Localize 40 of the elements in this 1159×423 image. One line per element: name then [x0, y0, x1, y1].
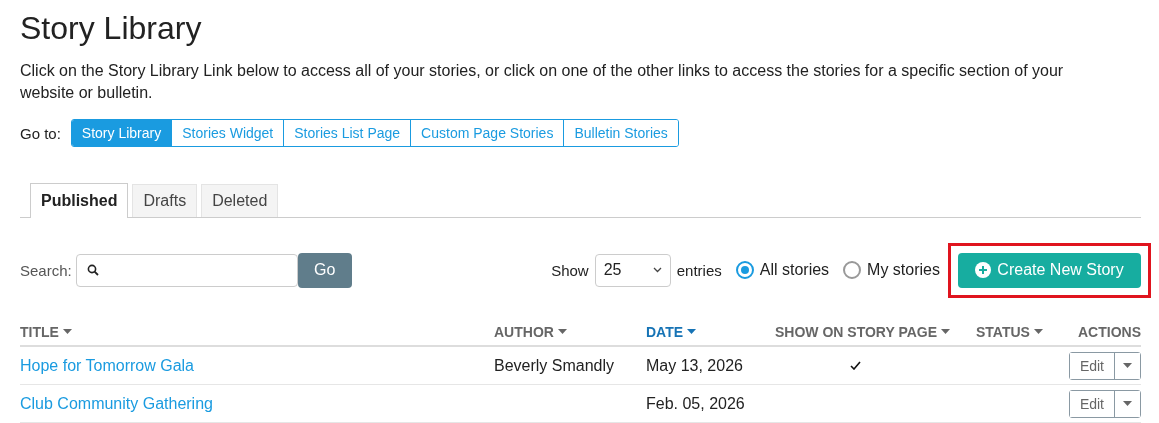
radio-option[interactable]: My stories [843, 261, 940, 279]
column-header[interactable]: AUTHOR [494, 318, 646, 347]
tab[interactable]: Deleted [201, 184, 279, 217]
search-label: Search: [20, 261, 72, 279]
entries-label: entries [676, 261, 722, 279]
entries-value: 25 [603, 261, 622, 279]
show-label: Show [551, 261, 589, 279]
date-cell: May 13, 2026 [646, 356, 743, 375]
nav-link[interactable]: Story Library [71, 120, 172, 146]
caret-icon [687, 329, 697, 334]
caret-icon [1033, 329, 1043, 334]
column-header: ACTIONS [1065, 318, 1141, 347]
column-header[interactable]: STATUS [976, 318, 1065, 347]
radio-option[interactable]: All stories [735, 261, 830, 279]
column-header[interactable]: SHOW ON STORY PAGE [775, 318, 976, 347]
column-header[interactable]: DATE [646, 318, 775, 347]
plus-circle-icon [975, 262, 992, 278]
entries-select[interactable]: 25 [594, 253, 671, 287]
caret-icon [557, 329, 567, 334]
search-icon [86, 264, 99, 276]
column-header[interactable]: TITLE [20, 318, 494, 347]
go-button[interactable]: Go [297, 252, 352, 288]
date-cell: Feb. 05, 2026 [646, 394, 745, 413]
nav-link[interactable]: Bulletin Stories [563, 120, 678, 146]
caret-icon [62, 329, 72, 334]
intro-text: Click on the Story Library Link below to access all of your stories, or click on one of the other links to access the stories for a specific section of your website or bulletin. [20, 61, 1065, 103]
search-field[interactable] [75, 253, 298, 287]
dropdown-button[interactable] [1114, 390, 1140, 417]
chevron-down-icon [652, 267, 662, 273]
goto-label: Go to: [20, 124, 61, 142]
author-cell: Beverly Smandly [494, 356, 615, 375]
page-title: Story Library [20, 10, 203, 46]
caret-icon [941, 329, 951, 334]
dropdown-button[interactable] [1114, 352, 1140, 379]
caret-icon [1123, 401, 1132, 406]
story-title-link[interactable]: Club Community Gathering [20, 394, 213, 413]
tab[interactable]: Published [30, 183, 129, 218]
caret-icon [1123, 363, 1132, 368]
tab[interactable]: Drafts [132, 184, 198, 217]
story-title-link[interactable]: Hope for Tomorrow Gala [20, 356, 194, 375]
